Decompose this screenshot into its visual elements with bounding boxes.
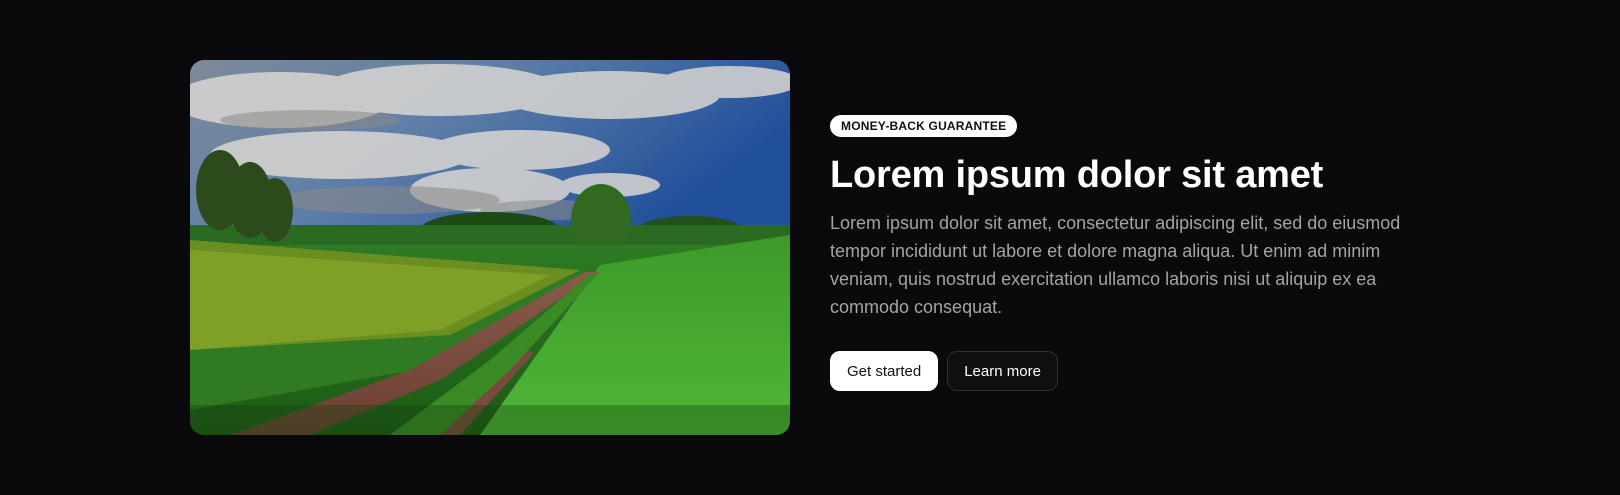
get-started-button[interactable]: Get started bbox=[830, 351, 939, 391]
hero-description: Lorem ipsum dolor sit amet, consectetur … bbox=[830, 213, 1401, 317]
hero-section: MONEY-BACK GUARANTEE Lorem ipsum dolor s… bbox=[0, 0, 1620, 495]
hero-content: MONEY-BACK GUARANTEE Lorem ipsum dolor s… bbox=[830, 115, 1430, 391]
hero-actions: Get started Learn more bbox=[830, 351, 1430, 391]
hero-landscape-image bbox=[190, 60, 790, 435]
landscape-illustration bbox=[190, 60, 790, 435]
learn-more-button[interactable]: Learn more bbox=[947, 351, 1058, 391]
guarantee-badge: MONEY-BACK GUARANTEE bbox=[830, 115, 1018, 137]
hero-title: Lorem ipsum dolor sit amet bbox=[830, 154, 1324, 196]
